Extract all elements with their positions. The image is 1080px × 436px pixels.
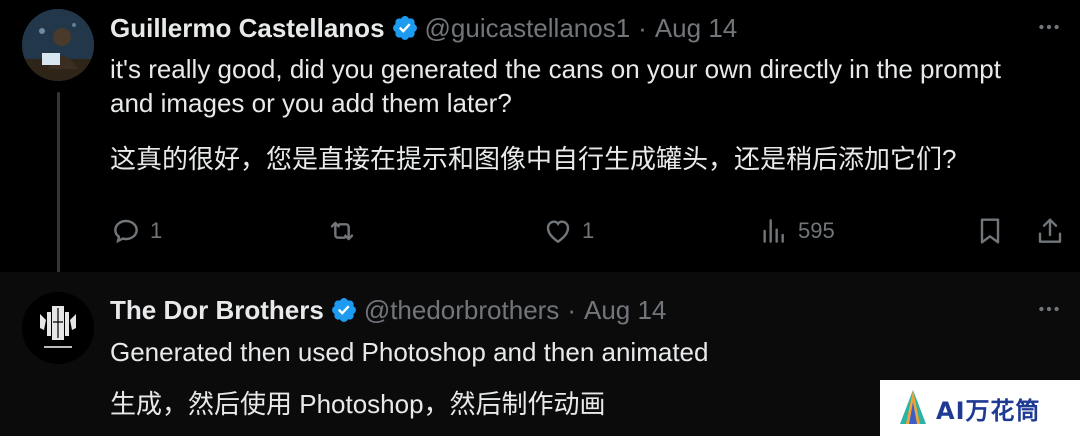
display-name[interactable]: The Dor Brothers (110, 295, 324, 326)
display-name[interactable]: Guillermo Castellanos (110, 13, 385, 44)
separator: · (638, 12, 647, 43)
verified-badge-icon (331, 298, 356, 322)
analytics-icon (763, 219, 784, 243)
separator: · (567, 294, 576, 325)
repost-button[interactable] (326, 213, 366, 249)
share-button[interactable] (1034, 213, 1066, 249)
handle[interactable]: @guicastellanos1 (425, 13, 631, 44)
avatar[interactable] (22, 9, 94, 81)
more-options-icon[interactable] (1034, 294, 1064, 324)
tweet-translation: 生成，然后使用 Photoshop，然后制作动画 (110, 389, 606, 419)
tweet-1[interactable]: Guillermo Castellanos @guicastellanos1 ·… (0, 0, 1080, 282)
action-bar: 1 1 595 (110, 213, 1070, 249)
tweet-header: Guillermo Castellanos @guicastellanos1 ·… (110, 10, 737, 46)
reply-button[interactable]: 1 (110, 213, 162, 249)
view-count: 595 (798, 218, 835, 243)
more-options-icon[interactable] (1034, 12, 1064, 42)
verified-badge-icon (392, 16, 417, 40)
tweet-translation: 这真的很好，您是直接在提示和图像中自行生成罐头，还是稍后添加它们? (110, 144, 957, 174)
tweet-header: The Dor Brothers @thedorbrothers · Aug 1… (110, 292, 666, 328)
tweet-text: Generated then used Photoshop and then a… (110, 337, 709, 367)
watermark-text: AI万花筒 (936, 396, 1041, 425)
like-button[interactable]: 1 (542, 213, 594, 249)
handle[interactable]: @thedorbrothers (364, 295, 560, 326)
views-button[interactable]: 595 (758, 213, 835, 249)
bookmark-button[interactable] (974, 213, 1006, 249)
kaleidoscope-logo-icon (900, 390, 926, 424)
reply-icon (114, 219, 138, 244)
like-count: 1 (582, 218, 595, 243)
avatar[interactable] (22, 292, 94, 364)
heart-icon (546, 220, 570, 244)
timestamp[interactable]: Aug 14 (584, 295, 666, 326)
thread-line (57, 92, 60, 282)
reply-count: 1 (150, 218, 163, 243)
tweet-text: it's really good, did you generated the … (110, 54, 1001, 118)
repost-icon (330, 221, 354, 241)
watermark-logo: AI万花筒 (880, 380, 1080, 436)
timestamp[interactable]: Aug 14 (655, 13, 737, 44)
share-icon (1038, 218, 1062, 243)
bookmark-icon (980, 218, 1000, 244)
